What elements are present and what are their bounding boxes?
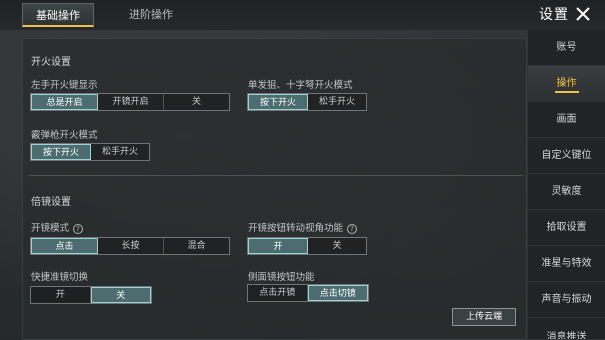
help-icon[interactable]: ? [73, 223, 84, 234]
scope-mode-mixed[interactable]: 混合 [164, 238, 229, 254]
side-scope-tap-switch[interactable]: 点击切镜 [307, 285, 368, 301]
scope-rotate-label-text: 开镜按钮转动视角功能 [248, 223, 344, 234]
left-fire-button-segment: 总是开启 开镜开启 关 [30, 93, 230, 111]
sidebar-item-custom-keys[interactable]: 自定义键位 [528, 138, 605, 174]
quick-scope-switch-label: 快捷准镜切换 [31, 272, 89, 283]
quick-scope-on[interactable]: 开 [31, 287, 91, 303]
side-scope-button-label: 侧面镜按钮功能 [248, 272, 315, 283]
section-divider [29, 175, 523, 176]
scope-mode-segment: 点击 长按 混合 [30, 237, 230, 255]
quick-scope-off[interactable]: 关 [90, 287, 151, 303]
upload-cloud-button[interactable]: 上传云端 [452, 308, 516, 326]
quick-scope-switch-segment: 开 关 [30, 286, 152, 304]
single-shot-press-fire[interactable]: 按下开火 [248, 94, 308, 110]
side-scope-tap-scope[interactable]: 点击开镜 [248, 285, 308, 301]
sidebar-item-controls-label: 操作 [554, 77, 579, 93]
sidebar-item-crosshair[interactable]: 准星与特效 [528, 246, 605, 282]
fire-section-title: 开火设置 [31, 57, 71, 68]
sidebar-item-sensitivity[interactable]: 灵敏度 [528, 174, 605, 210]
left-fire-button-label: 左手开火键显示 [31, 80, 98, 91]
scope-mode-label: 开镜模式? [31, 220, 84, 234]
sidebar-item-sound[interactable]: 声音与振动 [528, 282, 605, 318]
left-fire-off[interactable]: 关 [164, 94, 229, 110]
settings-panel: 开火设置 左手开火键显示 总是开启 开镜开启 关 单发狙、十字弩开火模式 按下开… [22, 38, 527, 340]
scope-mode-tap[interactable]: 点击 [31, 238, 98, 254]
scope-rotate-on[interactable]: 开 [248, 238, 308, 254]
help-icon[interactable]: ? [347, 223, 358, 234]
settings-title: 设置 [539, 7, 569, 23]
shotgun-press-fire[interactable]: 按下开火 [31, 144, 91, 160]
tab-basic[interactable]: 基础操作 [22, 3, 94, 27]
sidebar-item-notifications[interactable]: 消息推送 [528, 318, 605, 340]
left-fire-always-on[interactable]: 总是开启 [31, 94, 98, 110]
settings-sidebar: 账号 操作 画面 自定义键位 灵敏度 拾取设置 准星与特效 声音与振动 消息推送 [528, 30, 605, 340]
top-bar: 基础操作 进阶操作 设置 [0, 0, 605, 30]
scope-rotate-label: 开镜按钮转动视角功能? [248, 220, 358, 234]
close-icon[interactable] [575, 6, 591, 22]
sidebar-item-graphics[interactable]: 画面 [528, 102, 605, 138]
scope-section-title: 倍镜设置 [31, 197, 71, 208]
shotgun-mode-segment: 按下开火 松手开火 [30, 143, 150, 161]
sidebar-item-controls[interactable]: 操作 [528, 66, 605, 102]
scope-rotate-off[interactable]: 关 [308, 238, 366, 254]
scope-rotate-segment: 开 关 [247, 237, 367, 255]
tab-advanced[interactable]: 进阶操作 [112, 3, 190, 27]
left-fire-scope-on[interactable]: 开镜开启 [98, 94, 164, 110]
side-scope-button-segment: 点击开镜 点击切镜 [247, 284, 369, 302]
single-shot-mode-segment: 按下开火 松手开火 [247, 93, 367, 111]
scope-mode-label-text: 开镜模式 [31, 223, 70, 234]
single-shot-release-fire[interactable]: 松手开火 [308, 94, 366, 110]
single-shot-mode-label: 单发狙、十字弩开火模式 [248, 80, 353, 91]
shotgun-release-fire[interactable]: 松手开火 [91, 144, 149, 160]
sidebar-item-account[interactable]: 账号 [528, 30, 605, 66]
shotgun-mode-label: 霰弹枪开火模式 [31, 130, 98, 141]
sidebar-item-pickup[interactable]: 拾取设置 [528, 210, 605, 246]
scope-mode-hold[interactable]: 长按 [98, 238, 164, 254]
